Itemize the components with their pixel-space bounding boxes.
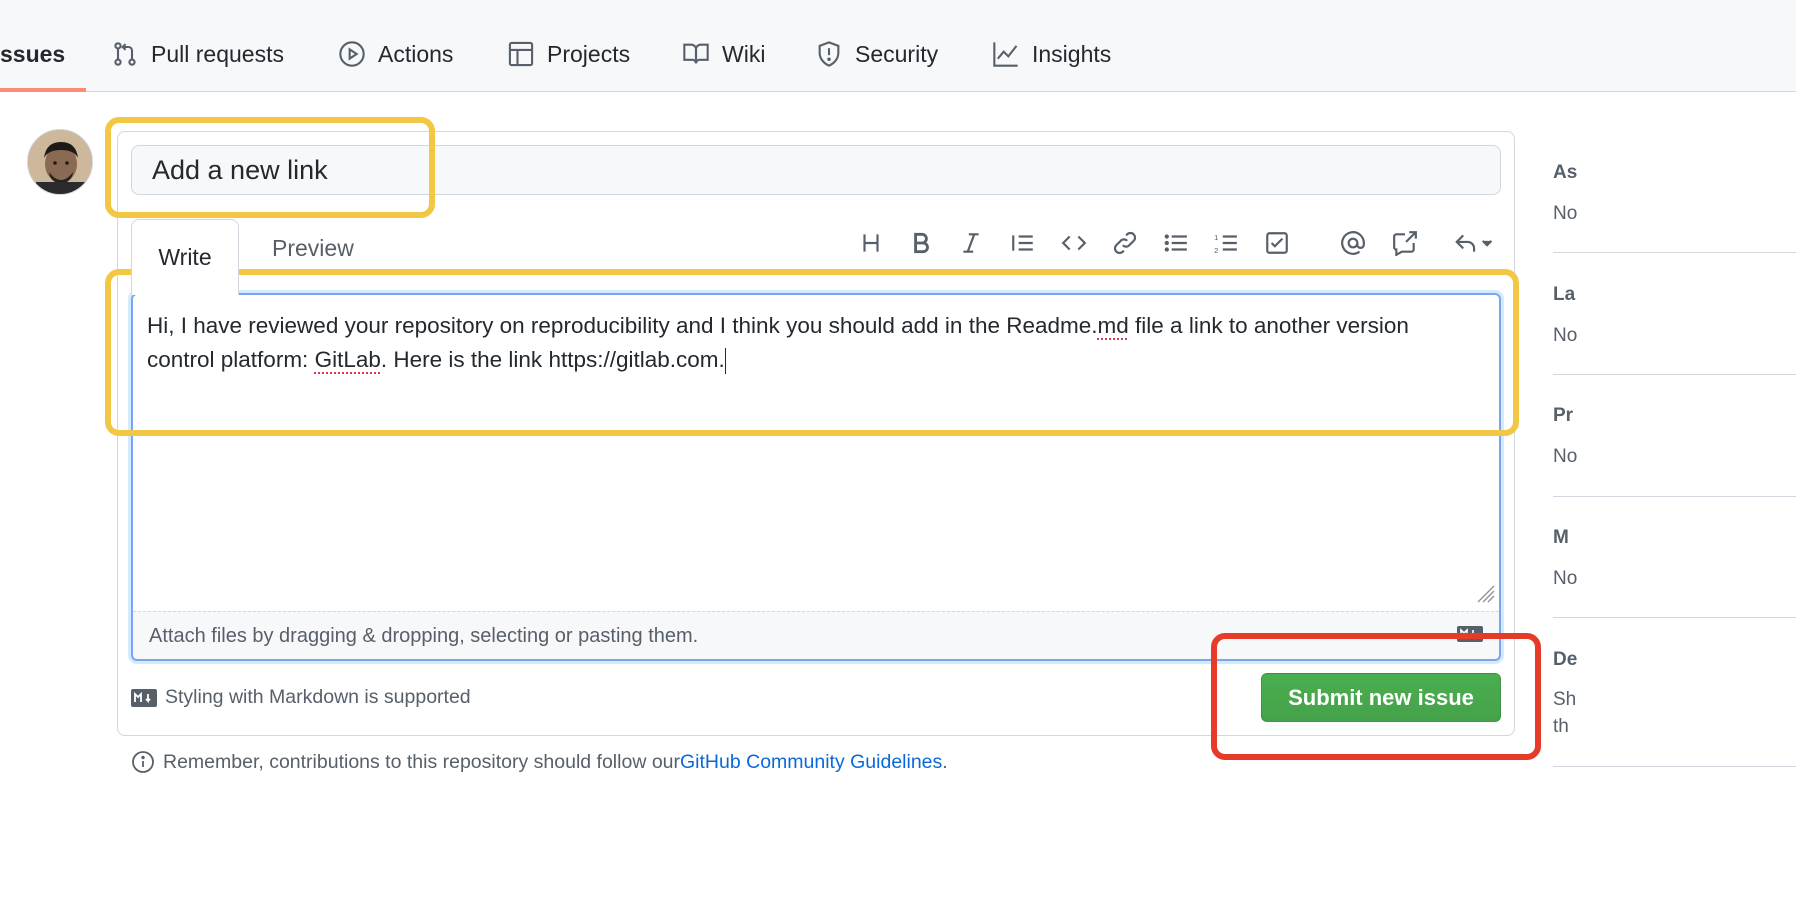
tab-write-label: Write — [158, 244, 212, 270]
tab-wiki-label: Wiki — [722, 40, 766, 67]
reply-icon[interactable] — [1448, 228, 1498, 258]
markdown-icon — [1457, 626, 1483, 642]
text-caret — [724, 348, 726, 375]
quote-icon[interactable] — [1008, 228, 1038, 258]
sidebar-development-heading[interactable]: De — [1553, 649, 1577, 671]
community-guidelines-note: Remember, contributions to this reposito… — [131, 750, 948, 774]
table-icon — [508, 41, 534, 67]
tab-security[interactable]: Security — [815, 30, 938, 78]
task-list-icon[interactable] — [1262, 228, 1292, 258]
tab-preview[interactable]: Preview — [272, 235, 354, 262]
community-guidelines-link[interactable]: GitHub Community Guidelines — [680, 751, 942, 774]
markdown-support-note[interactable]: Styling with Markdown is supported — [131, 686, 471, 709]
cross-reference-icon[interactable] — [1390, 228, 1420, 258]
guideline-prefix: Remember, contributions to this reposito… — [163, 750, 680, 773]
markdown-icon — [131, 688, 157, 707]
tab-issues-label: ssues — [0, 40, 66, 67]
bullet-list-icon[interactable] — [1161, 228, 1191, 258]
tab-issues[interactable]: ssues — [0, 30, 65, 78]
tab-pull-requests[interactable]: Pull requests — [111, 30, 284, 78]
sidebar-development-value-2: th — [1553, 716, 1569, 737]
issue-title-input[interactable] — [131, 145, 1501, 195]
attach-files-hint: Attach files by dragging & dropping, sel… — [149, 625, 699, 647]
svg-text:2: 2 — [1214, 246, 1218, 255]
tab-preview-label: Preview — [272, 235, 354, 261]
sidebar-assignees-heading[interactable]: As — [1553, 162, 1577, 184]
issue-body-textarea[interactable]: Hi, I have reviewed your repository on r… — [131, 293, 1501, 661]
info-icon — [132, 751, 154, 773]
sidebar-development-value: Sh — [1553, 689, 1577, 710]
bold-icon[interactable] — [906, 228, 936, 258]
tab-security-label: Security — [855, 40, 939, 67]
submit-new-issue-button[interactable]: Submit new issue — [1261, 673, 1501, 722]
svg-text:1: 1 — [1214, 233, 1218, 242]
sidebar-assignees-value: No — [1553, 203, 1578, 224]
tab-actions[interactable]: Actions — [338, 30, 453, 78]
sidebar-divider — [1553, 496, 1796, 497]
tab-insights[interactable]: Insights — [992, 30, 1111, 78]
sidebar-projects-value: No — [1553, 446, 1578, 467]
sidebar-divider — [1553, 617, 1796, 618]
sidebar-divider — [1553, 252, 1796, 253]
tab-pull-requests-label: Pull requests — [151, 40, 284, 67]
tab-projects[interactable]: Projects — [507, 30, 630, 78]
repo-nav: ssues Pull requests Actions Projects Wik… — [0, 0, 1796, 92]
markdown-note-label: Styling with Markdown is supported — [165, 686, 471, 708]
book-icon — [683, 43, 709, 64]
guideline-suffix: . — [942, 750, 948, 773]
sidebar-milestone-heading[interactable]: M — [1553, 527, 1569, 549]
tab-actions-label: Actions — [378, 40, 454, 67]
sidebar-milestone-value: No — [1553, 568, 1578, 589]
avatar[interactable] — [27, 129, 93, 195]
numbered-list-icon[interactable]: 12 — [1211, 228, 1241, 258]
resize-handle-icon[interactable] — [1475, 583, 1495, 603]
play-icon — [339, 41, 365, 67]
attach-files-bar[interactable]: Attach files by dragging & dropping, sel… — [133, 611, 1499, 659]
sidebar-projects-heading[interactable]: Pr — [1553, 405, 1573, 427]
tab-wiki[interactable]: Wiki — [682, 30, 765, 78]
shield-icon — [818, 41, 840, 67]
link-icon[interactable] — [1110, 228, 1140, 258]
sidebar-divider — [1553, 374, 1796, 375]
git-pull-request-icon — [114, 42, 136, 66]
sidebar-labels-heading[interactable]: La — [1553, 284, 1575, 306]
heading-icon[interactable] — [856, 228, 886, 258]
tab-write[interactable]: Write — [131, 219, 239, 295]
sidebar-labels-value: No — [1553, 325, 1578, 346]
tab-insights-label: Insights — [1032, 40, 1112, 67]
tab-projects-label: Projects — [547, 40, 631, 67]
graph-icon — [993, 42, 1018, 67]
italic-icon[interactable] — [956, 228, 986, 258]
code-icon[interactable] — [1059, 228, 1089, 258]
sidebar-divider — [1553, 766, 1796, 767]
mention-icon[interactable] — [1338, 228, 1368, 258]
issue-body-text: Hi, I have reviewed your repository on r… — [147, 309, 1482, 377]
active-tab-indicator — [0, 88, 86, 92]
